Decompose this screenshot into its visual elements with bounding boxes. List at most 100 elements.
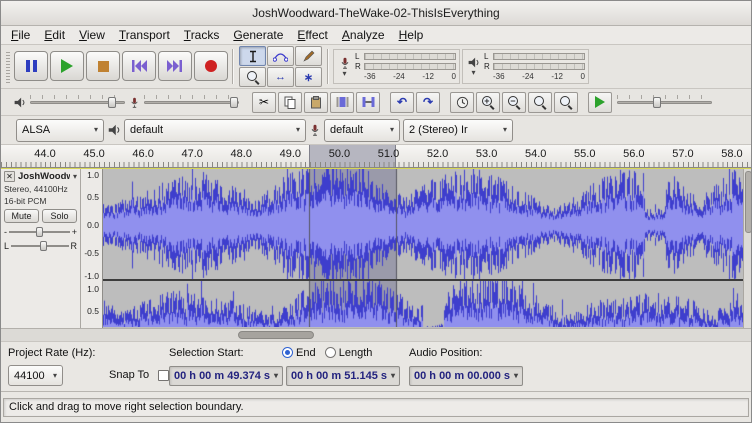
trim-audio-button[interactable] [330, 92, 354, 113]
meter-scale-label: -12 [551, 72, 563, 81]
pan-slider[interactable]: L R [4, 241, 77, 251]
dropdown-arrow-icon[interactable]: ▾ [342, 70, 346, 78]
timeline-ruler[interactable]: 44.045.046.047.048.049.050.051.052.053.0… [1, 145, 751, 168]
skip-to-end-button[interactable] [158, 51, 192, 81]
mute-button[interactable]: Mute [4, 209, 39, 223]
toolbar-row-1: ↔ ∗ ▾ L R -36-24-120 ▾ L R -36-24-1 [1, 45, 751, 89]
ruler-tick-label: 47.0 [181, 148, 202, 160]
fit-project-button[interactable] [554, 92, 578, 113]
meter-scale-label: -24 [522, 72, 534, 81]
ruler-tick-label: 52.0 [427, 148, 448, 160]
cut-button[interactable]: ✂ [252, 92, 276, 113]
titlebar: JoshWoodward-TheWake-02-ThisIsEverything [1, 1, 751, 26]
track-control-panel[interactable]: ✕ JoshWoodwa ▾ Stereo, 44100Hz 16-bit PC… [1, 169, 81, 328]
play-button[interactable] [50, 51, 84, 81]
amplitude-scale-label: 0.5 [87, 306, 99, 316]
meter-scale-label: 0 [452, 72, 456, 81]
audio-host-combo[interactable]: ALSA ▾ [16, 119, 104, 142]
selection-tool-button[interactable] [239, 46, 266, 66]
ruler-tick-label: 58.0 [721, 148, 742, 160]
menu-item-help[interactable]: Help [392, 27, 431, 43]
menu-item-file[interactable]: File [4, 27, 37, 43]
dropdown-arrow-icon[interactable]: ▾ [471, 69, 475, 77]
recording-meter[interactable]: ▾ L R -36-24-120 [333, 49, 460, 84]
vertical-amplitude-ruler[interactable]: 1.00.50.0-0.5-1.0 1.00.50.0-0.5-1.0 [81, 169, 103, 328]
timeshift-tool-button[interactable]: ↔ [267, 67, 294, 87]
clock-icon [456, 96, 469, 109]
selection-end-field[interactable]: 00 h 00 m 51.145 s ▾ [286, 366, 400, 386]
dropdown-arrow-icon: ▾ [53, 372, 57, 380]
audacity-window: JoshWoodward-TheWake-02-ThisIsEverything… [0, 0, 752, 423]
dropdown-arrow-icon: ▾ [296, 126, 300, 134]
menu-item-effect[interactable]: Effect [290, 27, 334, 43]
zoom-fit-icon [559, 95, 573, 109]
record-button[interactable] [194, 51, 228, 81]
play-speed-slider[interactable] [617, 94, 712, 110]
length-radio-label: Length [339, 347, 373, 359]
track: ✕ JoshWoodwa ▾ Stereo, 44100Hz 16-bit PC… [1, 168, 751, 328]
menu-item-edit[interactable]: Edit [37, 27, 72, 43]
play-at-speed-button[interactable] [588, 92, 612, 113]
multi-tool-button[interactable]: ∗ [295, 67, 322, 87]
project-rate-label: Project Rate (Hz): [8, 347, 95, 359]
vertical-scrollbar-thumb[interactable] [745, 171, 752, 233]
recording-device-combo[interactable]: default ▾ [324, 119, 400, 142]
menu-item-analyze[interactable]: Analyze [335, 27, 392, 43]
zoom-in-button[interactable]: + [476, 92, 500, 113]
menu-item-view[interactable]: View [72, 27, 112, 43]
horizontal-scrollbar-thumb[interactable] [238, 331, 314, 339]
snap-to-checkbox[interactable] [158, 370, 169, 381]
audio-position-field[interactable]: 00 h 00 m 00.000 s ▾ [409, 366, 523, 386]
dropdown-arrow-icon: ▾ [514, 372, 518, 380]
skip-to-start-button[interactable] [122, 51, 156, 81]
meter-left-label: L [355, 52, 362, 61]
recording-channels-value: 2 (Stereo) Ir [409, 124, 468, 136]
waveform-canvas-right[interactable] [103, 281, 743, 327]
horizontal-scrollbar[interactable] [1, 328, 751, 341]
selection-start-field[interactable]: 00 h 00 m 49.374 s ▾ [169, 366, 283, 386]
output-volume-slider[interactable] [30, 94, 125, 110]
snap-to-label: Snap To [109, 369, 149, 381]
tools-toolbar: ↔ ∗ [239, 47, 322, 86]
draw-tool-button[interactable] [295, 46, 322, 66]
playback-device-combo[interactable]: default ▾ [124, 119, 306, 142]
toolbar-grip[interactable] [6, 50, 10, 83]
playback-meter[interactable]: ▾ L R -36-24-120 [462, 49, 589, 84]
menu-item-tracks[interactable]: Tracks [177, 27, 227, 43]
recording-channels-combo[interactable]: 2 (Stereo) Ir ▾ [403, 119, 513, 142]
fit-selection-button[interactable] [528, 92, 552, 113]
dropdown-arrow-icon: ▾ [274, 372, 278, 380]
stop-button[interactable] [86, 51, 120, 81]
zoom-selection-icon [533, 95, 547, 109]
audio-host-value: ALSA [22, 124, 50, 136]
audio-position-value: 00 h 00 m 00.000 s [414, 370, 510, 382]
vertical-scrollbar[interactable] [743, 169, 752, 328]
redo-icon: ↷ [423, 95, 433, 109]
zoom-out-button[interactable]: − [502, 92, 526, 113]
solo-button[interactable]: Solo [42, 209, 77, 223]
zoom-tool-button[interactable] [239, 67, 266, 87]
dropdown-arrow-icon: ▾ [391, 372, 395, 380]
zoom-out-icon: − [507, 95, 521, 109]
silence-icon [362, 96, 375, 108]
track-name: JoshWoodwa [18, 171, 70, 182]
project-rate-combo[interactable]: 44100 ▾ [8, 365, 63, 386]
input-volume-slider[interactable] [144, 94, 239, 110]
undo-button[interactable]: ↶ [390, 92, 414, 113]
envelope-tool-button[interactable] [267, 46, 294, 66]
track-menu-arrow-icon[interactable]: ▾ [73, 173, 77, 181]
audio-position-label: Audio Position: [409, 347, 482, 359]
menu-item-generate[interactable]: Generate [226, 27, 290, 43]
timer-button[interactable] [450, 92, 474, 113]
redo-button[interactable]: ↷ [416, 92, 440, 113]
menu-item-transport[interactable]: Transport [112, 27, 177, 43]
end-radio[interactable] [282, 347, 293, 358]
silence-audio-button[interactable] [356, 92, 380, 113]
paste-button[interactable] [304, 92, 328, 113]
gain-slider[interactable]: - + [4, 227, 77, 237]
copy-button[interactable] [278, 92, 302, 113]
track-close-button[interactable]: ✕ [4, 171, 15, 182]
waveform-canvas-left[interactable] [103, 169, 743, 281]
pause-button[interactable] [14, 51, 48, 81]
length-radio[interactable] [325, 347, 336, 358]
